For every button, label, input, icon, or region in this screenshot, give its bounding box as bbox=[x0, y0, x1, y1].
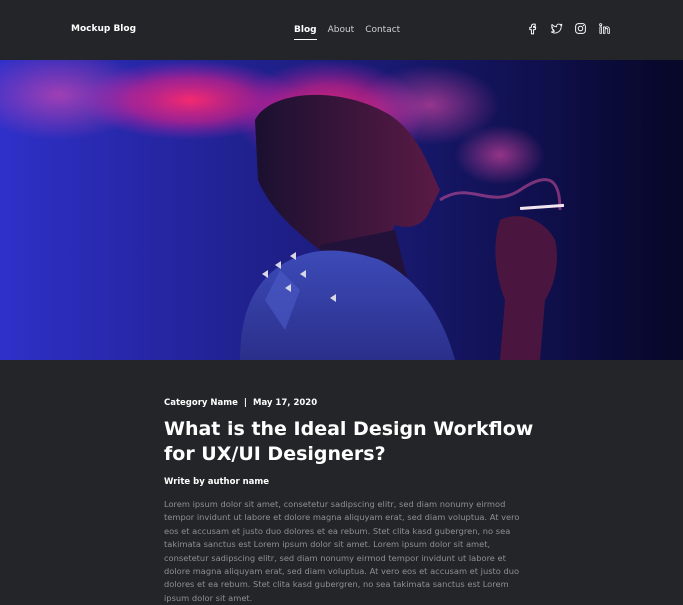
article-body: Lorem ipsum dolor sit amet, consetetur s… bbox=[164, 499, 520, 603]
instagram-icon[interactable] bbox=[574, 22, 587, 35]
nav-link-contact[interactable]: Contact bbox=[365, 24, 400, 40]
navbar: Mockup Blog Blog About Contact bbox=[0, 0, 683, 60]
twitter-icon[interactable] bbox=[550, 22, 563, 35]
hero-illustration bbox=[0, 60, 683, 360]
article-author: Write by author name bbox=[164, 477, 270, 487]
main-nav: Blog About Contact bbox=[294, 24, 400, 40]
article-date: May 17, 2020 bbox=[253, 398, 318, 408]
hero-image bbox=[0, 60, 683, 360]
nav-link-about[interactable]: About bbox=[328, 24, 355, 40]
linkedin-icon[interactable] bbox=[598, 22, 611, 35]
social-links bbox=[526, 22, 611, 35]
facebook-icon[interactable] bbox=[526, 22, 539, 35]
article-meta: Category Name | May 17, 2020 bbox=[164, 398, 317, 408]
article-title: What is the Ideal Design Workflow for UX… bbox=[164, 418, 534, 465]
category-link[interactable]: Category Name bbox=[164, 398, 238, 408]
nav-link-blog[interactable]: Blog bbox=[294, 24, 317, 40]
meta-separator: | bbox=[243, 398, 247, 408]
brand-logo[interactable]: Mockup Blog bbox=[71, 24, 136, 34]
